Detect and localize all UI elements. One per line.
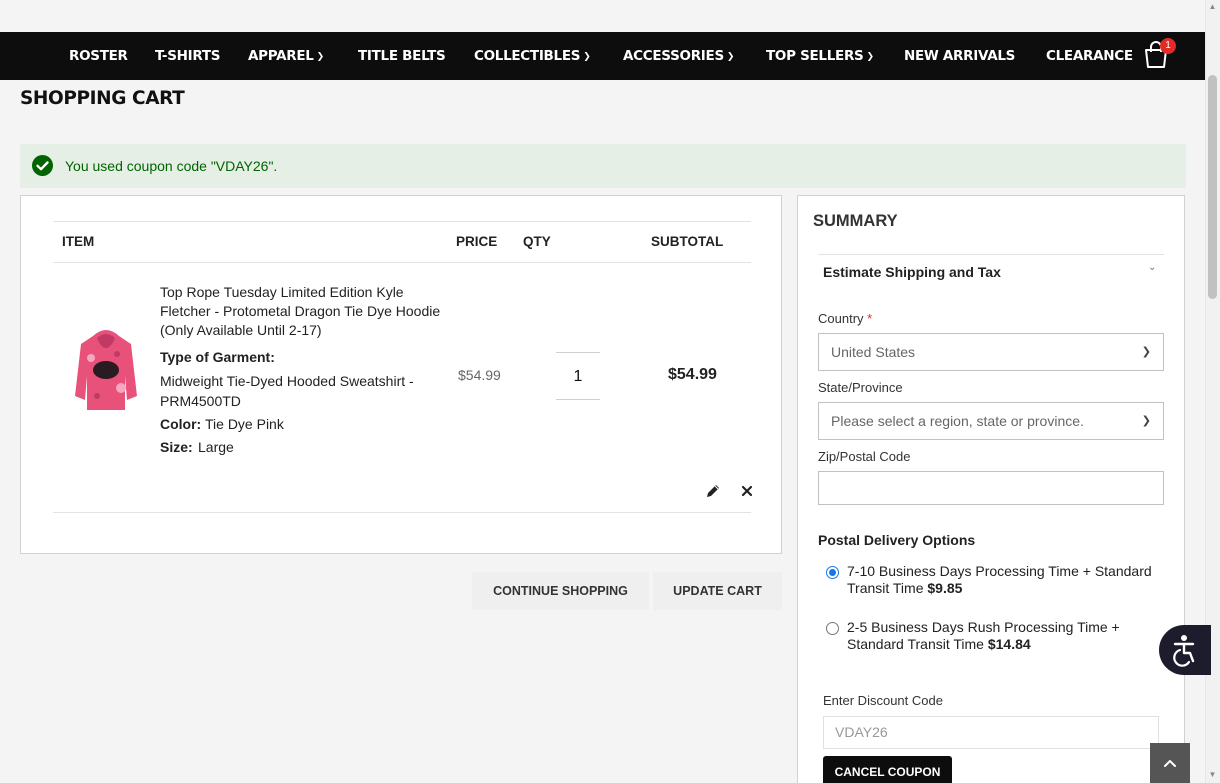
accessibility-icon [1173, 635, 1195, 667]
delivery-option-text: 7-10 Business Days Processing Time + Sta… [847, 563, 1152, 596]
delivery-option-price: $14.84 [987, 636, 1031, 652]
divider [53, 512, 751, 513]
state-select-placeholder: Please select a region, state or provinc… [831, 413, 1084, 429]
country-select-value: United States [831, 344, 916, 360]
success-message-text: You used coupon code "VDAY26". [65, 158, 278, 174]
top-strip [0, 0, 1205, 32]
divider [818, 254, 1164, 255]
chevron-down-icon: ❯ [583, 52, 591, 62]
check-circle-icon [32, 155, 53, 176]
delivery-options-title: Postal Delivery Options [818, 532, 976, 548]
nav-item-title-belts[interactable]: TITLE BELTS [358, 32, 446, 80]
product-image[interactable] [71, 326, 141, 416]
option-label-color: Color: [160, 416, 202, 432]
delivery-option-rush-radio[interactable] [826, 622, 839, 635]
column-header-qty: QTY [523, 234, 551, 249]
delivery-option-standard-radio[interactable] [826, 566, 839, 579]
scrollbar-thumb[interactable] [1208, 75, 1217, 299]
delivery-option-text: 2-5 Business Days Rush Processing Time +… [847, 619, 1120, 652]
discount-code-label: Enter Discount Code [823, 693, 943, 708]
update-cart-button[interactable]: UPDATE CART [653, 572, 782, 610]
scroll-up-arrow-icon[interactable]: ▲ [1208, 2, 1217, 12]
cart-items-table: ITEM PRICE QTY SUBTOTAL Top Rope Tuesday… [20, 195, 782, 554]
nav-item-roster[interactable]: ROSTER [69, 32, 128, 80]
chevron-down-icon: ❯ [866, 52, 874, 62]
nav-label: TOP SELLERS [766, 48, 864, 64]
continue-shopping-button[interactable]: CONTINUE SHOPPING [472, 572, 649, 610]
option-value-garment: Midweight Tie-Dyed Hooded Sweatshirt - P… [160, 373, 414, 409]
nav-item-t-shirts[interactable]: T-SHIRTS [155, 32, 221, 80]
item-subtotal: $54.99 [668, 366, 717, 383]
cancel-coupon-button[interactable]: CANCEL COUPON [823, 756, 952, 783]
chevron-down-icon: ❯ [1141, 346, 1151, 358]
nav-label: COLLECTIBLES [474, 48, 581, 64]
option-value-size: Large [198, 439, 234, 455]
zip-input[interactable] [818, 471, 1164, 505]
divider [53, 262, 751, 263]
page-title: SHOPPING CART [20, 88, 185, 109]
chevron-down-icon: ❯ [316, 52, 325, 62]
delivery-option-standard-label[interactable]: 7-10 Business Days Processing Time + Sta… [847, 563, 1157, 597]
main-navigation: ROSTER T-SHIRTS APPAREL ❯ TITLE BELTS COL… [0, 32, 1205, 80]
country-label-text: Country [818, 311, 864, 326]
quantity-input[interactable]: 1 [556, 352, 600, 400]
country-select[interactable]: United States ❯ [818, 333, 1164, 371]
zip-label: Zip/Postal Code [818, 449, 911, 464]
arrow-up-icon [1164, 760, 1176, 767]
option-value-color: Tie Dye Pink [205, 416, 284, 432]
chevron-down-icon[interactable]: ⌄ [1148, 262, 1156, 273]
column-header-subtotal: SUBTOTAL [651, 234, 724, 249]
delivery-option-price: $9.85 [927, 580, 963, 596]
column-header-item: ITEM [62, 234, 95, 249]
option-label-size: Size: [160, 439, 193, 455]
nav-item-new-arrivals[interactable]: NEW ARRIVALS [904, 32, 1015, 80]
nav-item-accessories[interactable]: ACCESSORIES ❯ [623, 32, 734, 80]
required-mark: * [867, 311, 873, 326]
scroll-down-arrow-icon[interactable]: ▼ [1208, 770, 1217, 780]
nav-item-clearance[interactable]: CLEARANCE [1046, 32, 1133, 80]
nav-item-top-sellers[interactable]: TOP SELLERS ❯ [766, 32, 874, 80]
nav-label: T-SHIRTS [155, 48, 221, 64]
cart-count-badge: 1 [1160, 38, 1176, 54]
product-name-link[interactable]: Top Rope Tuesday Limited Edition Kyle Fl… [160, 283, 450, 340]
state-select[interactable]: Please select a region, state or provinc… [818, 402, 1164, 440]
option-label-garment: Type of Garment: [160, 349, 275, 365]
chevron-down-icon: ❯ [1141, 415, 1151, 427]
nav-label: APPAREL [248, 48, 314, 64]
nav-label: CLEARANCE [1046, 48, 1133, 64]
estimate-shipping-toggle[interactable]: Estimate Shipping and Tax [823, 264, 1001, 280]
chevron-down-icon: ❯ [726, 52, 735, 62]
nav-label: ROSTER [69, 48, 128, 64]
accessibility-button[interactable] [1159, 625, 1211, 675]
country-label: Country * [818, 311, 872, 326]
nav-item-apparel[interactable]: APPAREL ❯ [248, 32, 324, 80]
item-price: $54.99 [458, 367, 501, 383]
nav-item-collectibles[interactable]: COLLECTIBLES ❯ [474, 32, 591, 80]
order-summary: SUMMARY Estimate Shipping and Tax ⌄ Coun… [797, 195, 1185, 783]
nav-label: TITLE BELTS [358, 48, 446, 64]
summary-title: SUMMARY [813, 212, 898, 230]
nav-label: ACCESSORIES [623, 48, 724, 64]
back-to-top-button[interactable] [1150, 743, 1190, 783]
state-label: State/Province [818, 380, 903, 395]
nav-label: NEW ARRIVALS [904, 48, 1016, 64]
close-icon[interactable] [739, 483, 755, 499]
pencil-icon[interactable] [705, 483, 721, 499]
column-header-price: PRICE [456, 234, 498, 249]
delivery-option-rush-label[interactable]: 2-5 Business Days Rush Processing Time +… [847, 619, 1157, 653]
divider [53, 221, 751, 222]
discount-code-input[interactable]: VDAY26 [823, 716, 1159, 749]
success-message: You used coupon code "VDAY26". [20, 144, 1186, 188]
